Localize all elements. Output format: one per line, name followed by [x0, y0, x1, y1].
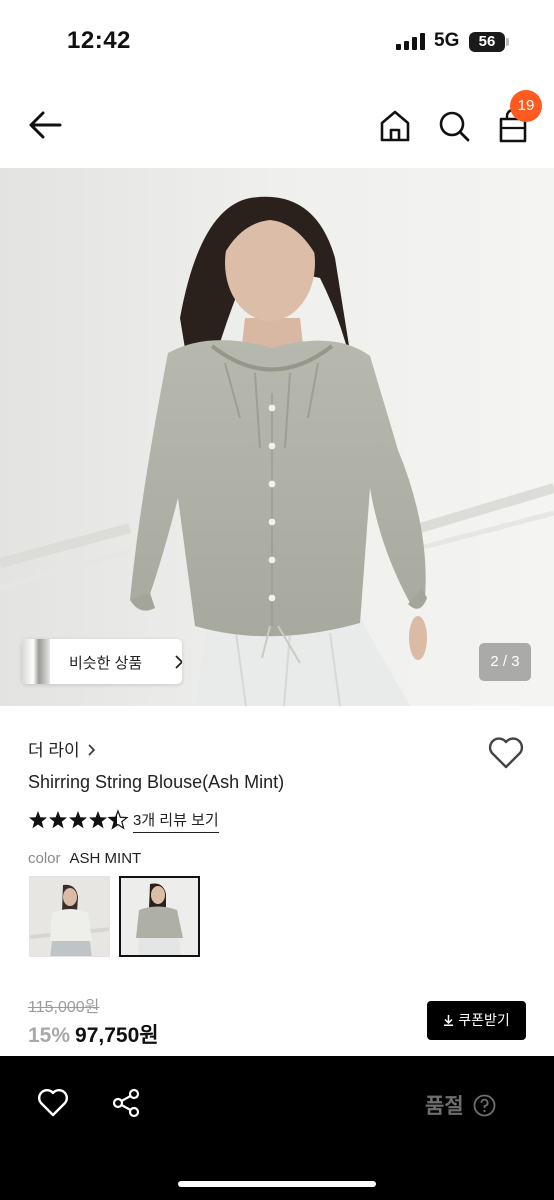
- home-icon[interactable]: [378, 108, 412, 144]
- wishlist-heart-icon[interactable]: [487, 736, 525, 770]
- brand-name: 더 라이: [28, 741, 80, 760]
- product-name: Shirring String Blouse(Ash Mint): [28, 772, 285, 792]
- star-full-icon: [88, 811, 108, 829]
- sale-price: 97,750원: [75, 1024, 159, 1047]
- coupon-label: 쿠폰받기: [458, 1012, 510, 1028]
- cellular-signal-icon: [396, 33, 425, 50]
- battery-cap: [506, 38, 509, 46]
- search-icon[interactable]: [437, 108, 471, 144]
- review-link[interactable]: 3개 리뷰 보기: [133, 809, 219, 833]
- chevron-right-icon: [88, 744, 95, 756]
- similar-products-label: 비슷한 상품: [69, 655, 143, 672]
- download-icon: [444, 1015, 454, 1026]
- get-coupon-button[interactable]: 쿠폰받기: [427, 1001, 526, 1040]
- bottom-action-bar: 품절: [0, 1056, 554, 1200]
- discount-rate: 15%: [28, 1024, 71, 1047]
- color-label: color: [28, 850, 61, 867]
- star-rating: [28, 809, 128, 830]
- color-value: ASH MINT: [69, 850, 142, 867]
- original-price: 115,000원: [28, 999, 100, 1016]
- help-question-icon[interactable]: [473, 1094, 496, 1117]
- status-time: 12:42: [67, 27, 131, 54]
- image-page-indicator: 2 / 3: [479, 643, 531, 681]
- color-swatch-option-selected[interactable]: [119, 876, 200, 957]
- star-full-icon: [68, 811, 88, 829]
- color-row: color ASH MINT: [28, 850, 141, 867]
- price-row: 15% 97,750원: [28, 1019, 159, 1049]
- home-indicator: [178, 1181, 376, 1187]
- status-bar: 12:42 5G 56: [0, 0, 554, 80]
- star-full-icon: [28, 811, 48, 829]
- star-full-icon: [48, 811, 68, 829]
- color-swatch-option[interactable]: [29, 876, 110, 957]
- swatch-photo: [121, 878, 198, 955]
- similar-products-button[interactable]: 비슷한 상품: [22, 639, 182, 684]
- wishlist-heart-icon[interactable]: [37, 1088, 69, 1118]
- brand-link[interactable]: 더 라이: [28, 736, 96, 761]
- sold-out-label: 품절: [425, 1095, 464, 1118]
- share-icon[interactable]: [111, 1088, 141, 1118]
- swatch-photo: [30, 877, 109, 956]
- cart-count-badge: 19: [510, 90, 542, 122]
- similar-product-thumbnail: [22, 639, 50, 684]
- product-image-gallery[interactable]: 비슷한 상품 2 / 3: [0, 168, 554, 706]
- product-photo: [0, 168, 554, 706]
- chevron-right-icon: [175, 655, 182, 669]
- network-type: 5G: [434, 30, 460, 51]
- back-arrow-icon[interactable]: [26, 108, 64, 142]
- top-nav: [0, 88, 554, 164]
- battery-icon: 56: [469, 32, 505, 52]
